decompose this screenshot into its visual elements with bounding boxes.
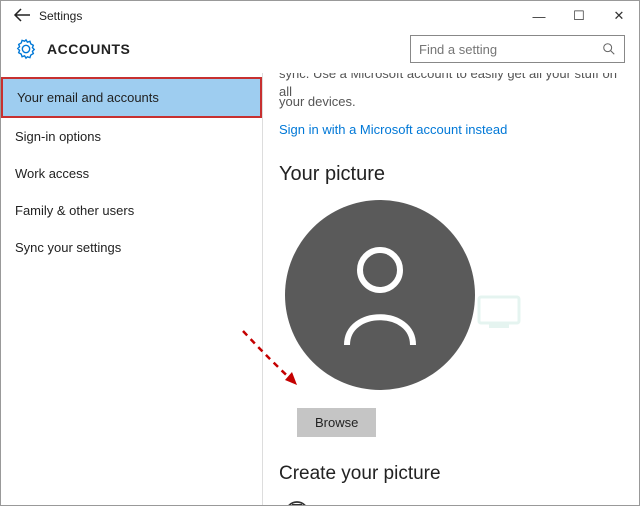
person-icon bbox=[335, 240, 425, 350]
gear-icon bbox=[15, 38, 37, 60]
sidebar-item-email-accounts[interactable]: Your email and accounts bbox=[1, 77, 262, 118]
your-picture-heading: Your picture bbox=[279, 163, 619, 186]
titlebar: Settings — ☐ ✕ bbox=[1, 1, 639, 31]
sidebar: Your email and accounts Sign-in options … bbox=[1, 73, 263, 506]
sidebar-item-label: Your email and accounts bbox=[17, 90, 159, 105]
back-button[interactable] bbox=[7, 6, 39, 27]
avatar-container bbox=[279, 200, 619, 390]
search-input[interactable] bbox=[419, 42, 602, 57]
sidebar-item-signin-options[interactable]: Sign-in options bbox=[1, 118, 262, 155]
search-box[interactable] bbox=[410, 35, 625, 63]
signin-microsoft-link[interactable]: Sign in with a Microsoft account instead bbox=[279, 122, 619, 137]
sidebar-item-label: Work access bbox=[15, 166, 89, 181]
sidebar-item-label: Sync your settings bbox=[15, 240, 121, 255]
sidebar-item-label: Sign-in options bbox=[15, 129, 101, 144]
window-title: Settings bbox=[39, 9, 82, 23]
body: Your email and accounts Sign-in options … bbox=[1, 73, 639, 506]
browse-button[interactable]: Browse bbox=[297, 408, 376, 437]
maximize-button[interactable]: ☐ bbox=[559, 1, 599, 31]
settings-window: Settings — ☐ ✕ ACCOUNTS Your email and a… bbox=[0, 0, 640, 506]
sidebar-item-sync-settings[interactable]: Sync your settings bbox=[1, 229, 262, 266]
page-title: ACCOUNTS bbox=[47, 41, 130, 57]
partial-text-line2: your devices. bbox=[279, 93, 619, 111]
create-picture-heading: Create your picture bbox=[279, 463, 619, 485]
avatar-placeholder bbox=[285, 200, 475, 390]
camera-option[interactable]: Camera bbox=[283, 499, 619, 506]
search-icon bbox=[602, 42, 616, 56]
header: ACCOUNTS bbox=[1, 31, 639, 73]
close-button[interactable]: ✕ bbox=[599, 1, 639, 31]
camera-icon bbox=[283, 499, 311, 506]
window-controls: — ☐ ✕ bbox=[519, 1, 639, 31]
sidebar-item-family-users[interactable]: Family & other users bbox=[1, 192, 262, 229]
sidebar-item-label: Family & other users bbox=[15, 203, 134, 218]
content-pane: sync. Use a Microsoft account to easily … bbox=[263, 73, 639, 506]
minimize-button[interactable]: — bbox=[519, 1, 559, 31]
sidebar-item-work-access[interactable]: Work access bbox=[1, 155, 262, 192]
